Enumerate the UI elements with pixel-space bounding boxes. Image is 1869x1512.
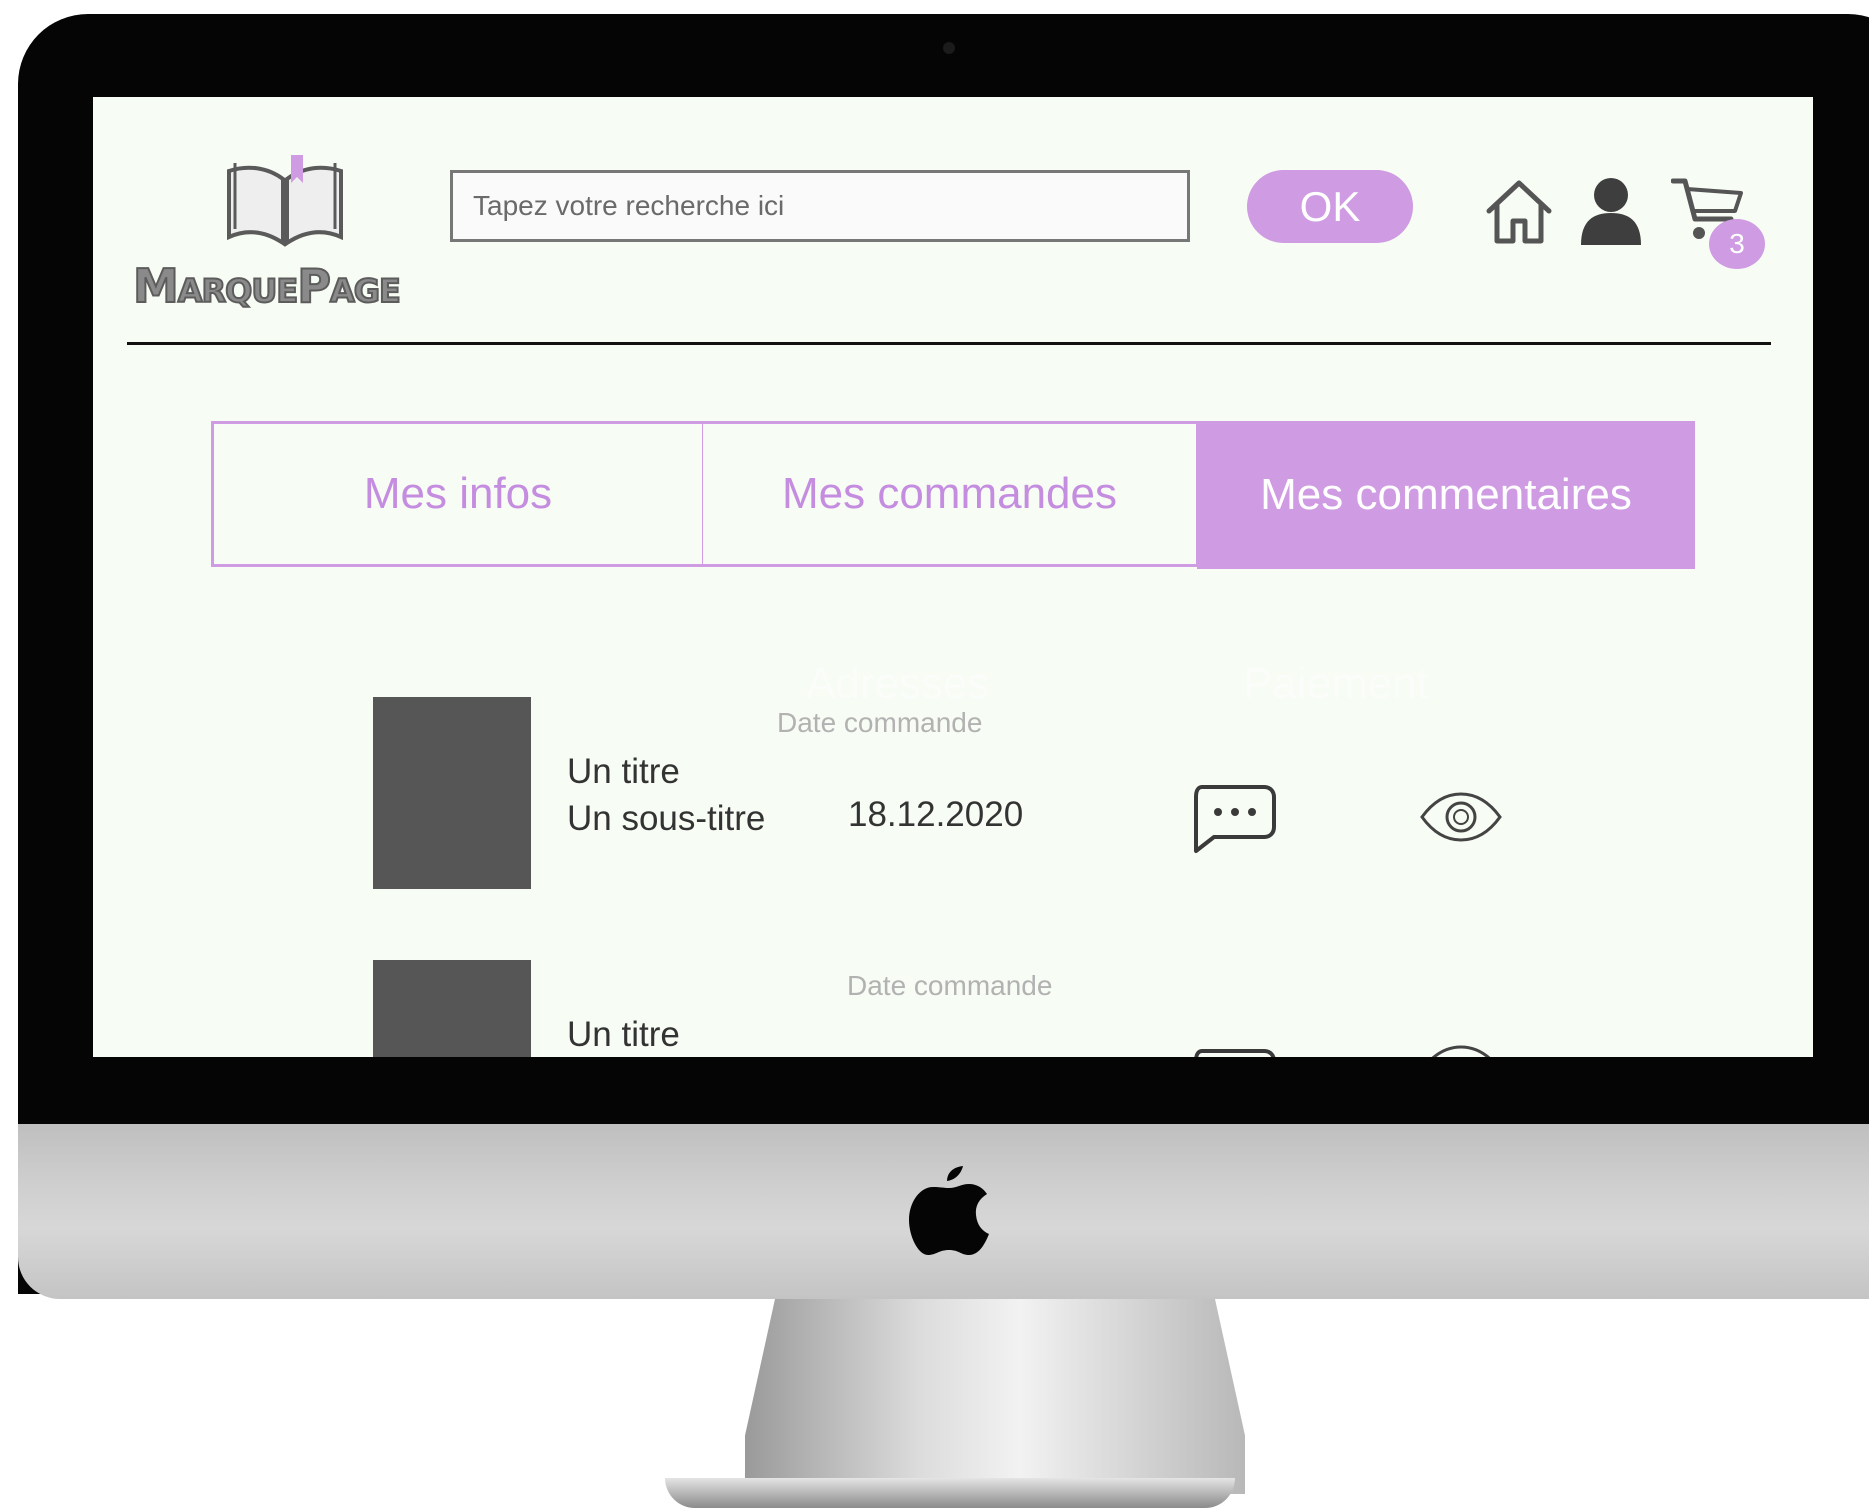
- account-tabs: Mes infos Mes commandes Mes commentaires: [211, 421, 1695, 569]
- book-title: Un titre: [567, 752, 680, 791]
- comment-icon[interactable]: [1188, 783, 1278, 855]
- brand-name: MarquePage: [132, 258, 402, 314]
- date-column-header: Date commande: [777, 707, 983, 738]
- book-thumbnail[interactable]: [373, 960, 531, 1057]
- brand-logo[interactable]: MarquePage: [132, 149, 433, 314]
- hidden-header-paiement: Paiement: [1243, 659, 1429, 708]
- comment-icon[interactable]: [1188, 1047, 1278, 1057]
- home-icon[interactable]: [1483, 177, 1555, 247]
- hidden-header-adresses: Adresses: [806, 659, 990, 708]
- eye-icon[interactable]: [1419, 791, 1503, 843]
- search-input[interactable]: [450, 170, 1190, 242]
- camera: [943, 42, 955, 54]
- book-subtitle: Un sous-titre: [567, 799, 766, 838]
- order-date: 18.12.2020: [848, 795, 1024, 834]
- header-divider: [127, 342, 1771, 345]
- tab-mes-commentaires[interactable]: Mes commentaires: [1197, 421, 1695, 569]
- tab-mes-commandes[interactable]: Mes commandes: [703, 421, 1199, 567]
- tab-mes-infos[interactable]: Mes infos: [211, 421, 705, 567]
- monitor-stand: [745, 1299, 1245, 1494]
- book-title: Un titre: [567, 1015, 680, 1054]
- eye-icon[interactable]: [1419, 1044, 1503, 1057]
- apple-logo-icon: [909, 1166, 989, 1255]
- user-icon[interactable]: [1579, 175, 1643, 245]
- search-ok-button[interactable]: OK: [1247, 170, 1413, 243]
- screen: MarquePage OK 3 Mes infos Mes commandes …: [93, 97, 1813, 1057]
- cart-count-badge: 3: [1709, 219, 1765, 269]
- book-thumbnail[interactable]: [373, 697, 531, 889]
- monitor-stand-foot: [665, 1478, 1235, 1508]
- book-logo-icon: [227, 155, 343, 247]
- date-column-header: Date commande: [847, 970, 1053, 1001]
